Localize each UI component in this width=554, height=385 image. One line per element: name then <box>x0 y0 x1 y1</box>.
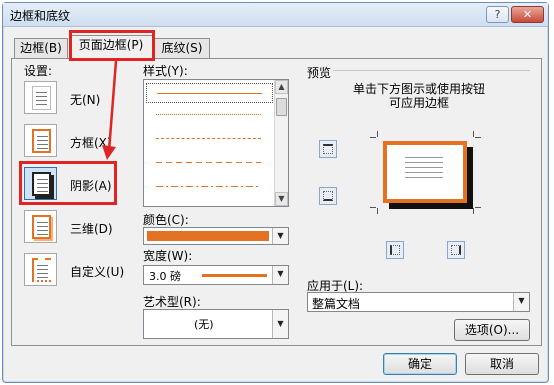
line-style-dotted[interactable] <box>156 114 261 115</box>
width-value: 3.0 磅 <box>149 270 181 283</box>
setting-shadow-label: 阴影(A) <box>70 179 112 193</box>
style-scrollbar[interactable]: ▲ ▼ <box>274 80 288 206</box>
preview-title: 预览 <box>307 66 332 80</box>
window-title: 边框和底纹 <box>10 9 71 23</box>
setting-none-label: 无(N) <box>70 93 101 107</box>
color-title: 颜色(C): <box>143 213 189 227</box>
right-border-icon[interactable] <box>447 241 465 259</box>
line-style-dashed-small[interactable] <box>156 138 261 139</box>
setting-none-button[interactable] <box>24 81 57 114</box>
line-style-dashed[interactable] <box>156 162 261 163</box>
tab-borders[interactable]: 边框(B) <box>14 38 68 58</box>
close-icon: ✕ <box>522 8 533 21</box>
box-border-icon <box>32 129 51 153</box>
3d-border-icon <box>32 215 51 239</box>
chevron-down-icon[interactable]: ▼ <box>272 310 288 338</box>
annotation-arrow <box>102 60 118 160</box>
width-select[interactable]: 3.0 磅 ▼ <box>143 265 289 285</box>
setting-shadow-button[interactable] <box>24 167 57 200</box>
line-style-dash-dot[interactable] <box>156 186 261 187</box>
preview-page[interactable] <box>383 141 467 203</box>
none-border-icon <box>32 86 51 110</box>
style-title: 样式(Y): <box>143 64 188 78</box>
shadow-border-icon <box>32 172 51 196</box>
bottom-border-icon[interactable] <box>319 187 337 205</box>
setting-custom-label: 自定义(U) <box>70 265 125 279</box>
chevron-down-icon[interactable]: ▼ <box>272 228 288 244</box>
scroll-up-icon[interactable]: ▲ <box>275 80 288 94</box>
color-swatch <box>147 231 269 241</box>
width-line-sample <box>202 274 267 277</box>
preview-hint: 单击下方图示或使用按钮可应用边框 <box>352 82 485 110</box>
setting-box-button[interactable] <box>24 124 57 157</box>
cancel-button[interactable]: 取消 <box>465 353 539 375</box>
borders-and-shading-dialog: 边框和底纹 ? ✕ 边框(B) 页面边框(P) 底纹(S) 设置: 无(N) 方… <box>2 2 549 383</box>
title-bar[interactable]: 边框和底纹 ? ✕ <box>3 3 548 27</box>
chevron-down-icon[interactable]: ▼ <box>272 266 288 284</box>
apply-to-select[interactable]: 整篇文档 ▼ <box>307 292 530 312</box>
apply-to-value: 整篇文档 <box>312 297 361 311</box>
left-border-icon[interactable] <box>386 241 404 259</box>
ok-button[interactable]: 确定 <box>383 353 457 375</box>
tab-page-border[interactable]: 页面边框(P) <box>69 35 153 59</box>
setting-custom-button[interactable] <box>24 253 57 286</box>
art-value: (无) <box>194 318 214 331</box>
settings-title: 设置: <box>24 64 53 78</box>
options-button[interactable]: 选项(O)... <box>454 319 530 341</box>
style-listbox[interactable]: ▲ ▼ <box>143 79 289 207</box>
setting-3d-label: 三维(D) <box>70 222 113 236</box>
top-border-icon[interactable] <box>319 140 337 158</box>
custom-border-icon <box>32 258 51 282</box>
width-title: 宽度(W): <box>143 249 193 263</box>
help-button[interactable]: ? <box>486 6 509 23</box>
preview-divider <box>333 70 530 71</box>
tab-shading[interactable]: 底纹(S) <box>154 38 210 58</box>
color-select[interactable]: ▼ <box>143 227 289 245</box>
setting-3d-button[interactable] <box>24 210 57 243</box>
art-select[interactable]: (无) ▼ <box>143 309 289 339</box>
scroll-thumb[interactable] <box>276 98 287 116</box>
help-icon: ? <box>494 8 501 21</box>
art-title: 艺术型(R): <box>143 295 201 309</box>
scroll-down-icon[interactable]: ▼ <box>275 192 288 206</box>
chevron-down-icon[interactable]: ▼ <box>513 293 529 311</box>
close-button[interactable]: ✕ <box>511 6 544 23</box>
line-style-solid[interactable] <box>146 83 273 103</box>
